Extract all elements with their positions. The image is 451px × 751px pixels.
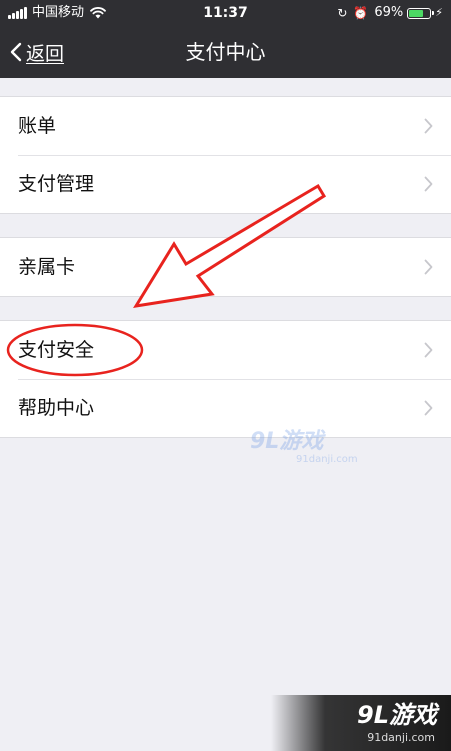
watermark-corner-url: 91danji.com xyxy=(367,731,435,744)
list-item-help-center[interactable]: 帮助中心 xyxy=(0,379,451,437)
chevron-right-icon xyxy=(424,176,433,192)
watermark-center: 9L游戏 91danji.com xyxy=(250,429,358,470)
list-item-label: 帮助中心 xyxy=(18,397,95,419)
status-bar: 中国移动 11:37 ↻ ⏰ 69% ⚡ xyxy=(0,0,451,26)
status-right: ↻ ⏰ 69% ⚡ xyxy=(337,0,443,26)
battery-fill xyxy=(409,9,424,17)
list-item-label: 亲属卡 xyxy=(18,256,76,278)
rotation-lock-icon: ↻ xyxy=(337,6,348,20)
chevron-right-icon xyxy=(424,342,433,358)
charging-icon: ⚡ xyxy=(435,6,443,19)
battery-percent: 69% xyxy=(374,5,404,20)
list-item-payment-security[interactable]: 支付安全 xyxy=(0,321,451,379)
top-bar: 中国移动 11:37 ↻ ⏰ 69% ⚡ 支付中心 返回 xyxy=(0,0,451,78)
list-item-family-card[interactable]: 亲属卡 xyxy=(0,238,451,296)
chevron-right-icon xyxy=(424,259,433,275)
list-item-bill[interactable]: 账单 xyxy=(0,97,451,155)
watermark-corner: 9L游戏 91danji.com xyxy=(271,695,451,751)
list-group-2: 亲属卡 xyxy=(0,237,451,297)
watermark-corner-logo: 9L游戏 xyxy=(357,701,437,729)
list-group-3: 支付安全 帮助中心 xyxy=(0,320,451,438)
chevron-right-icon xyxy=(424,400,433,416)
battery-icon xyxy=(407,7,435,19)
back-button[interactable]: 返回 xyxy=(10,36,64,68)
list-item-label: 支付管理 xyxy=(18,173,95,195)
list-group-1: 账单 支付管理 xyxy=(0,96,451,214)
page-title: 支付中心 xyxy=(185,40,266,64)
watermark-url: 91danji.com xyxy=(296,454,358,465)
chevron-right-icon xyxy=(424,118,433,134)
alarm-icon: ⏰ xyxy=(353,6,369,20)
list-item-label: 账单 xyxy=(18,115,57,137)
phone-screen: 中国移动 11:37 ↻ ⏰ 69% ⚡ 支付中心 返回 账单 支付管理 亲属卡… xyxy=(0,0,451,751)
list-item-label: 支付安全 xyxy=(18,339,95,361)
chevron-left-icon xyxy=(10,42,22,62)
navigation-bar: 支付中心 返回 xyxy=(0,26,451,78)
watermark-logo: 9L游戏 xyxy=(250,429,324,454)
list-item-payment-management[interactable]: 支付管理 xyxy=(0,155,451,213)
back-label: 返回 xyxy=(26,42,65,65)
